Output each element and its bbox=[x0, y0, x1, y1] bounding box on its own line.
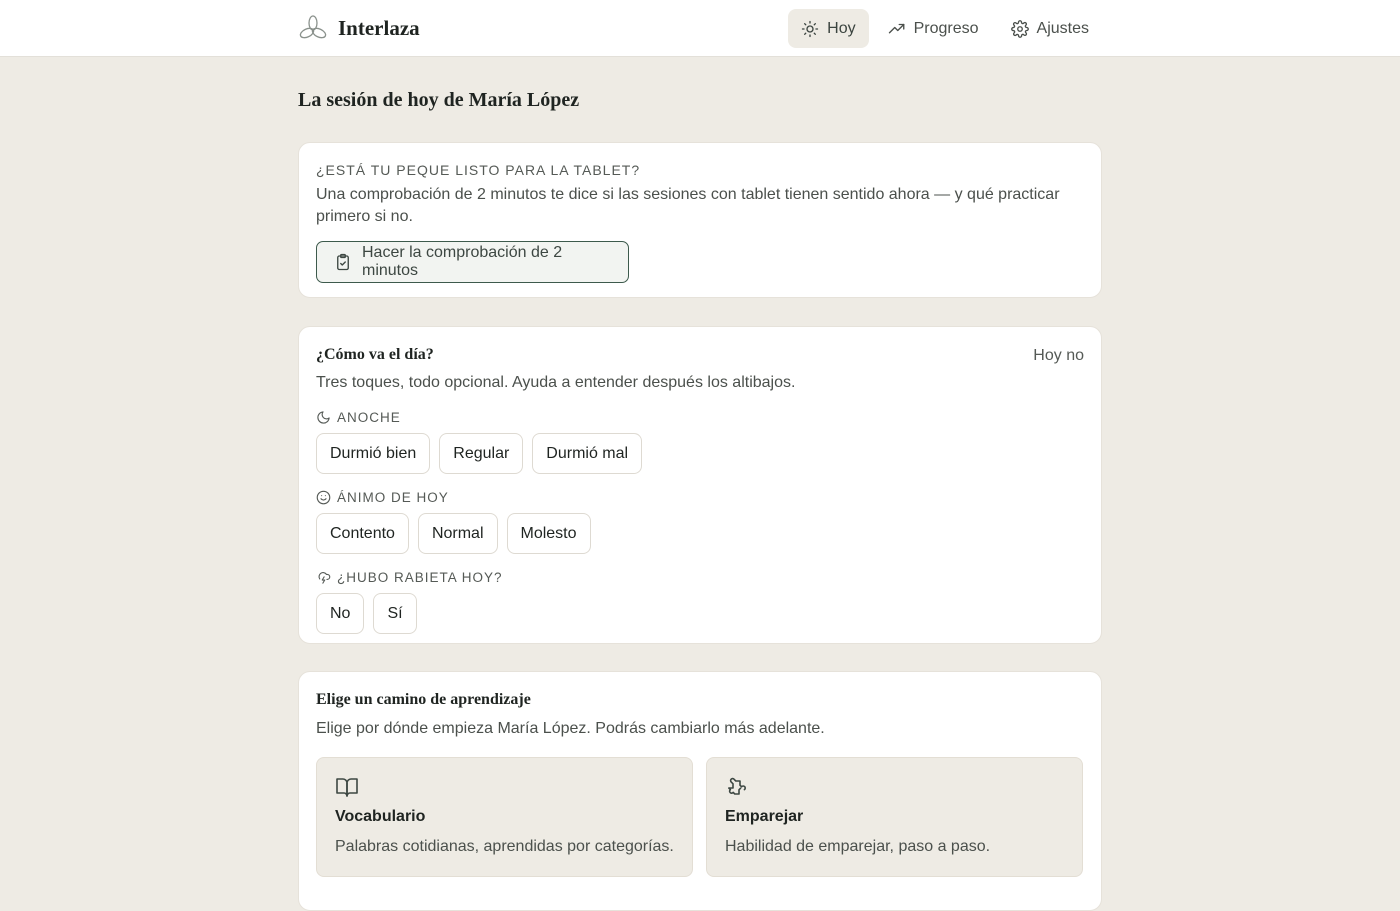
option-no[interactable]: No bbox=[316, 593, 365, 634]
paths-subtitle: Elige por dónde empieza María López. Pod… bbox=[316, 720, 825, 737]
nav-item-hoy[interactable]: Hoy bbox=[788, 9, 869, 48]
nav-label: Ajustes bbox=[1036, 19, 1089, 37]
nav-item-progreso[interactable]: Progreso bbox=[875, 9, 992, 48]
option-regular[interactable]: Regular bbox=[439, 433, 524, 474]
knot-logo-icon bbox=[298, 13, 328, 43]
paths-title: Elige un camino de aprendizaje bbox=[316, 691, 531, 708]
tantrum-options: No Sí bbox=[316, 593, 1084, 634]
path-vocabulario[interactable]: Vocabulario Palabras cotidianas, aprendi… bbox=[316, 757, 693, 877]
tantrum-section-label: ¿HUBO RABIETA HOY? bbox=[316, 568, 1084, 586]
nav-item-ajustes[interactable]: Ajustes bbox=[998, 9, 1102, 48]
learning-path-card: Elige un camino de aprendizaje Elige por… bbox=[298, 671, 1102, 911]
option-normal[interactable]: Normal bbox=[417, 513, 498, 554]
sleep-options: Durmió bien Regular Durmió mal bbox=[316, 433, 1084, 474]
smile-icon bbox=[316, 490, 331, 505]
day-subtitle: Tres toques, todo opcional. Ayuda a ente… bbox=[316, 374, 796, 391]
mood-section-label: ÁNIMO DE HOY bbox=[316, 488, 1084, 506]
sun-icon bbox=[801, 20, 819, 38]
brand[interactable]: Interlaza bbox=[298, 12, 420, 44]
mood-options: Contento Normal Molesto bbox=[316, 513, 1084, 554]
section-label-text: ÁNIMO DE HOY bbox=[337, 489, 449, 505]
option-durmio-mal[interactable]: Durmió mal bbox=[532, 433, 643, 474]
path-options: Vocabulario Palabras cotidianas, aprendi… bbox=[316, 757, 1084, 877]
path-desc: Palabras cotidianas, aprendidas por cate… bbox=[335, 838, 674, 855]
section-label-text: ¿HUBO RABIETA HOY? bbox=[337, 569, 503, 585]
clipboard-check-icon bbox=[334, 253, 352, 271]
path-title: Vocabulario bbox=[335, 808, 426, 825]
main-nav: Hoy Progreso Ajustes bbox=[788, 9, 1102, 48]
nav-label: Hoy bbox=[827, 19, 856, 37]
gear-icon bbox=[1010, 19, 1029, 38]
section-label-text: ANOCHE bbox=[337, 409, 401, 425]
day-card: ¿Cómo va el día? Tres toques, todo opcio… bbox=[298, 326, 1102, 644]
option-contento[interactable]: Contento bbox=[316, 513, 409, 554]
day-title: ¿Cómo va el día? bbox=[316, 346, 434, 363]
puzzle-icon bbox=[725, 775, 749, 799]
option-durmio-bien[interactable]: Durmió bien bbox=[316, 433, 431, 474]
path-emparejar[interactable]: Emparejar Habilidad de emparejar, paso a… bbox=[706, 757, 1083, 877]
option-si[interactable]: Sí bbox=[373, 593, 417, 634]
path-title: Emparejar bbox=[725, 808, 804, 825]
option-molesto[interactable]: Molesto bbox=[506, 513, 591, 554]
path-desc: Habilidad de emparejar, paso a paso. bbox=[725, 838, 991, 855]
readiness-text: Una comprobación de 2 minutos te dice si… bbox=[316, 186, 1060, 225]
start-check-label: Hacer la comprobación de 2 minutos bbox=[362, 244, 563, 279]
readiness-card: ¿ESTÁ TU PEQUE LISTO PARA LA TABLET? Una… bbox=[298, 142, 1102, 298]
nav-label: Progreso bbox=[913, 19, 979, 37]
app-name: Interlaza bbox=[338, 15, 420, 40]
sleep-section-label: ANOCHE bbox=[316, 408, 1084, 426]
start-check-button[interactable]: Hacer la comprobación de 2 minutos bbox=[316, 241, 629, 283]
book-open-icon bbox=[335, 775, 359, 799]
moon-icon bbox=[316, 410, 331, 425]
trending-up-icon bbox=[888, 20, 906, 38]
main-content: La sesión de hoy de María López ¿ESTÁ TU… bbox=[298, 57, 1102, 911]
storm-cloud-icon bbox=[316, 570, 331, 585]
page-title: La sesión de hoy de María López bbox=[298, 89, 580, 111]
top-bar: Interlaza Hoy Progreso Ajustes bbox=[0, 0, 1400, 57]
skip-today-link[interactable]: Hoy no bbox=[1033, 347, 1084, 365]
readiness-eyebrow: ¿ESTÁ TU PEQUE LISTO PARA LA TABLET? bbox=[316, 162, 641, 178]
